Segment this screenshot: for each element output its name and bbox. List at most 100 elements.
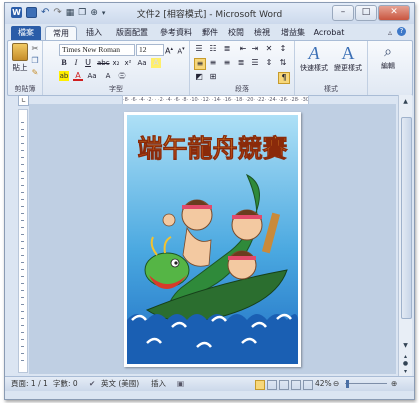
distributed-icon[interactable]: ☰ [250, 58, 260, 68]
editing-label: 編輯 [381, 62, 395, 70]
copy-format-icon[interactable]: ❐ [30, 56, 40, 66]
ruler-toggle-icon[interactable]: ∟ [18, 95, 29, 106]
vertical-ruler-ticks [21, 116, 24, 366]
zoom-level[interactable]: 42% [315, 377, 332, 391]
scroll-up-icon[interactable]: ▲ [401, 97, 410, 106]
increase-indent-icon[interactable]: ⇥ [250, 44, 260, 54]
zoom-slider[interactable] [345, 383, 387, 384]
dragon-head [144, 252, 190, 288]
tab-view[interactable]: 檢視 [249, 26, 275, 40]
poster-title: 端午龍舟競賽 [137, 134, 288, 163]
enclose-char-icon[interactable]: ㊂ [117, 71, 127, 81]
line-spacing-icon[interactable]: ⇕ [264, 58, 274, 68]
format-painter-icon[interactable]: ✎ [30, 68, 40, 78]
proofing-icon[interactable]: ✔ [89, 377, 95, 391]
multilevel-list-icon[interactable]: ≣ [222, 44, 232, 54]
tab-review[interactable]: 校閱 [223, 26, 249, 40]
macro-record-icon[interactable]: ▣ [177, 377, 184, 391]
full-screen-reading-icon[interactable] [267, 380, 277, 390]
align-center-icon[interactable]: ≡ [208, 58, 218, 68]
editing-group: ⌕ 編輯 [368, 41, 408, 95]
paragraph-group: ☰ ☷ ≣ ⇤ ⇥ ✕ ↕ ≡ ≡ ≡ ≣ ☰ ⇕ ⇅ ◩ ⊞ ¶ 段落 [190, 41, 295, 95]
maximize-button[interactable]: □ [355, 5, 377, 21]
decrease-indent-icon[interactable]: ⇤ [238, 44, 248, 54]
vertical-scrollbar[interactable]: ▲ ▼ ▴ ● ▾ [398, 95, 412, 376]
paste-button[interactable]: 貼上 [11, 43, 29, 73]
strikethrough-button[interactable]: abc [97, 58, 110, 68]
show-marks-icon[interactable]: ¶ [278, 72, 290, 84]
editing-button[interactable]: ⌕ 編輯 [372, 43, 404, 71]
change-styles-icon: A [341, 43, 355, 63]
ribbon-tabs: 檔案 常用 插入 版面配置 參考資料 郵件 校閱 檢視 增益集 Acrobat … [5, 24, 414, 40]
tab-mailings[interactable]: 郵件 [197, 26, 223, 40]
page-count[interactable]: 頁面: 1 / 1 [11, 377, 48, 391]
font-group: Times New Roman 12 A▴ A▾ B I U abc x₂ x²… [43, 41, 190, 95]
align-left-icon[interactable]: ≡ [194, 58, 206, 70]
title-bar: W ↶ ↷ ▦ ❐ ⊕ ▾ 文件2 [相容模式] - Microsoft Wor… [5, 3, 414, 24]
bold-button[interactable]: B [59, 58, 69, 68]
language[interactable]: 英文 (美國) [101, 377, 139, 391]
zoom-slider-thumb[interactable] [346, 380, 349, 388]
tab-add-ins[interactable]: 增益集 [275, 26, 311, 40]
align-right-icon[interactable]: ≡ [222, 58, 232, 68]
binoculars-icon: ⌕ [384, 44, 392, 60]
tab-page-layout[interactable]: 版面配置 [111, 26, 153, 40]
word-window: W ↶ ↷ ▦ ❐ ⊕ ▾ 文件2 [相容模式] - Microsoft Wor… [4, 2, 415, 400]
paragraph-group-label: 段落 [235, 85, 249, 93]
text-effect-icon[interactable]: Aa [87, 71, 97, 81]
shrink-font-icon[interactable]: A▾ [176, 44, 186, 55]
quick-styles-label: 快速樣式 [300, 64, 328, 72]
next-page-icon[interactable]: ▾ [401, 367, 410, 376]
justify-icon[interactable]: ≣ [236, 58, 246, 68]
underline-button[interactable]: U [83, 58, 93, 68]
scroll-thumb[interactable] [401, 117, 412, 319]
tab-acrobat[interactable]: Acrobat [311, 26, 347, 40]
borders-icon[interactable]: ⊞ [208, 72, 218, 82]
minimize-button[interactable]: – [332, 5, 354, 21]
quick-styles-icon: A [308, 43, 320, 63]
font-name-field[interactable]: Times New Roman [59, 44, 135, 56]
draft-icon[interactable] [303, 380, 313, 390]
dragon-pupil [174, 261, 178, 265]
document-page[interactable]: 端午龍舟競賽 [124, 112, 301, 367]
quick-styles-button[interactable]: A 快速樣式 [297, 43, 331, 73]
insert-mode[interactable]: 插入 [151, 377, 166, 391]
zoom-in-icon[interactable]: ⊕ [391, 377, 397, 391]
highlight-icon[interactable]: ab [59, 71, 69, 81]
chinese-layout-icon[interactable]: ✕ [264, 44, 274, 54]
font-size-field[interactable]: 12 [136, 44, 164, 56]
italic-button[interactable]: I [71, 58, 81, 68]
numbering-icon[interactable]: ☷ [208, 44, 218, 54]
print-layout-icon[interactable] [255, 380, 265, 390]
outline-icon[interactable] [291, 380, 301, 390]
vertical-ruler[interactable] [18, 109, 28, 373]
ribbon: 貼上 ✂ ❐ ✎ 剪貼簿 Times New Roman 12 A▴ A▾ B … [7, 40, 413, 96]
font-color-icon[interactable]: A [73, 71, 83, 81]
tab-insert[interactable]: 插入 [79, 26, 109, 40]
minimize-ribbon-icon[interactable]: ▵ [388, 28, 392, 37]
change-case-icon[interactable]: Aa [137, 58, 147, 68]
change-styles-button[interactable]: A 變更樣式 [331, 43, 365, 73]
tab-references[interactable]: 參考資料 [155, 26, 197, 40]
subscript-button[interactable]: x₂ [111, 58, 121, 68]
text-direction-icon[interactable]: ⇅ [278, 58, 288, 68]
sort-icon[interactable]: ↕ [278, 44, 288, 54]
web-layout-icon[interactable] [279, 380, 289, 390]
help-icon[interactable]: ? [397, 27, 406, 36]
dragon-boat-poster[interactable]: 端午龍舟競賽 [127, 115, 298, 364]
bullets-icon[interactable]: ☰ [194, 44, 204, 54]
styles-group: A 快速樣式 A 變更樣式 樣式 [295, 41, 368, 95]
close-button[interactable]: ✕ [378, 5, 410, 21]
word-count[interactable]: 字數: 0 [53, 377, 78, 391]
shading-icon[interactable]: ◩ [194, 72, 204, 82]
grow-font-icon[interactable]: A▴ [164, 44, 174, 56]
tab-file[interactable]: 檔案 [11, 26, 41, 40]
font-group-label: 字型 [109, 85, 123, 93]
char-shading-icon[interactable]: A [103, 71, 113, 81]
zoom-out-icon[interactable]: ⊖ [333, 377, 339, 391]
tab-home[interactable]: 常用 [45, 26, 77, 40]
superscript-button[interactable]: x² [123, 58, 133, 68]
clear-format-icon[interactable]: A [151, 58, 161, 68]
scroll-down-icon[interactable]: ▼ [401, 341, 410, 350]
cut-icon[interactable]: ✂ [30, 44, 40, 54]
